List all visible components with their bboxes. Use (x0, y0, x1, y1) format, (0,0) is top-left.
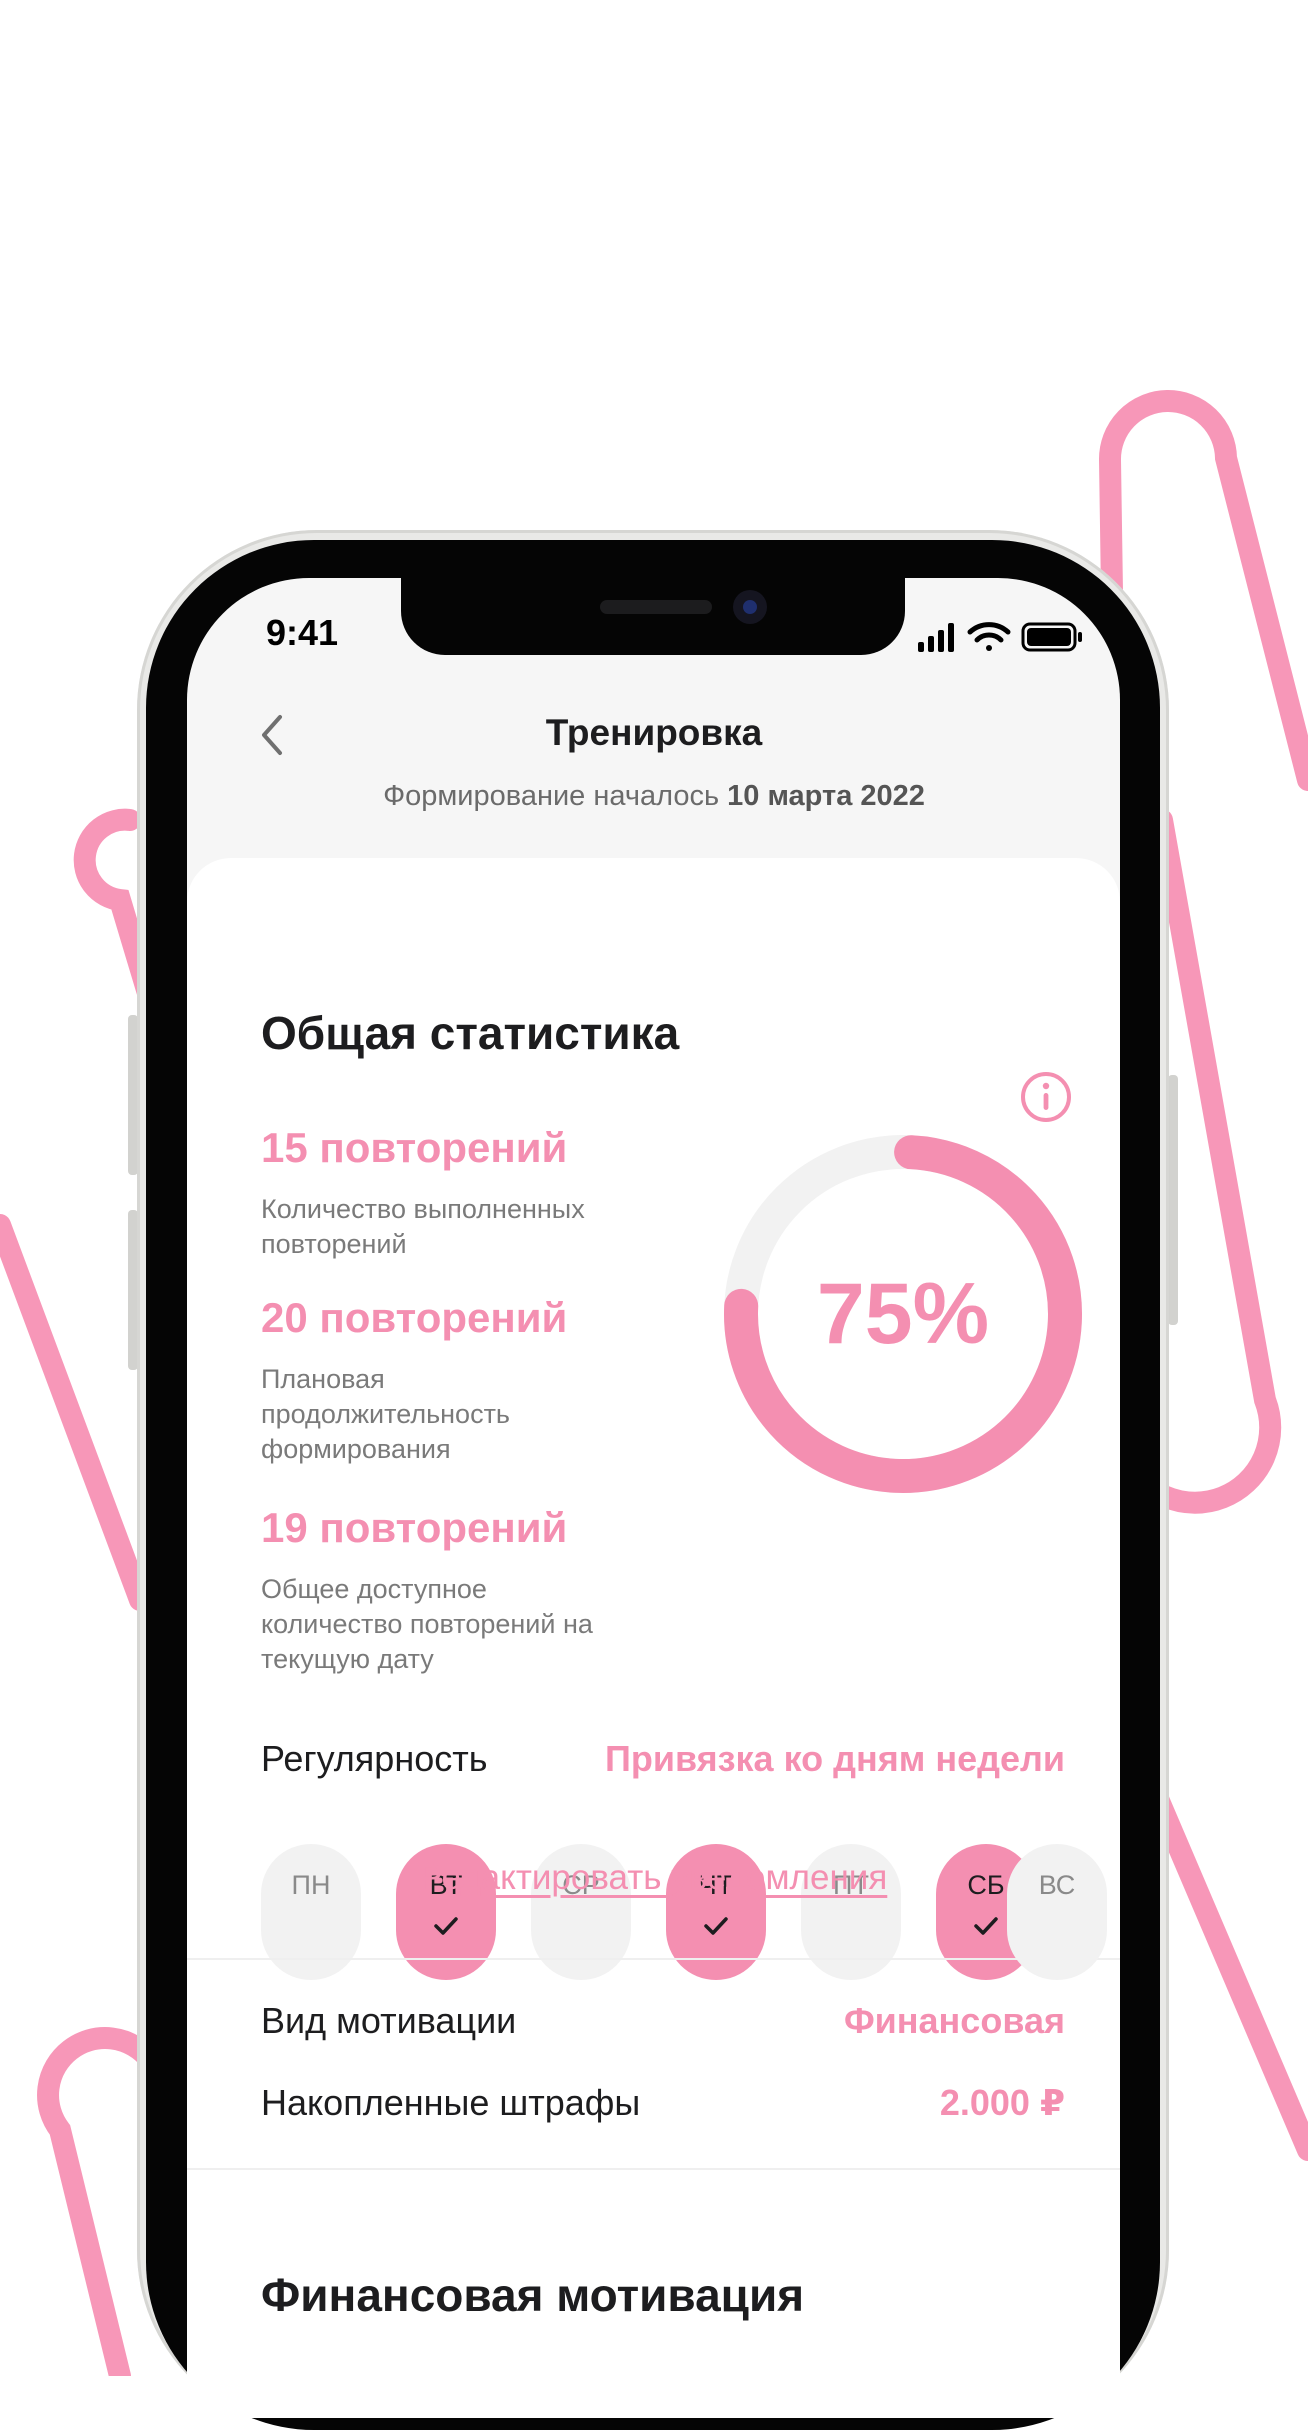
stat-planned-desc: Плановая продолжительность формирования (261, 1364, 510, 1464)
chevron-left-icon (262, 715, 282, 755)
page-subtitle: Формирование началось 10 марта 2022 (300, 780, 1008, 813)
stat-unit: повторений (319, 1294, 568, 1341)
stat-number: 19 (261, 1504, 308, 1551)
status-icons (918, 622, 1082, 652)
speaker (600, 600, 712, 614)
stat-number: 15 (261, 1124, 308, 1171)
day-label: ВС (1038, 1870, 1076, 1900)
stat-available-desc: Общее доступное количество повторений на… (261, 1574, 593, 1674)
section-divider (187, 2168, 1120, 2170)
subtitle-prefix: Формирование началось (383, 780, 720, 812)
camera (733, 590, 767, 624)
check-icon (974, 1917, 998, 1935)
progress-percent: 75% (816, 1265, 990, 1362)
subtitle-date: 10 марта 2022 (727, 780, 925, 812)
signal-icon (918, 623, 954, 652)
notch (401, 575, 905, 655)
stat-unit: повторений (319, 1124, 568, 1171)
wifi-icon (967, 622, 1011, 651)
stat-completed-desc: Количество выполненных повторений (261, 1194, 585, 1259)
page-title: Тренировка (545, 712, 763, 753)
edit-notifications-link[interactable]: Редактировать уведомления (187, 1858, 1120, 1898)
penalties-value: 2.000 ₽ (939, 2082, 1065, 2123)
back-button[interactable] (252, 705, 292, 765)
regularity-label: Регулярность (261, 1738, 488, 1779)
statistics-card: Общая статистика 15 повторений Количеств… (187, 858, 1120, 2418)
check-icon (434, 1917, 458, 1935)
check-icon (704, 1917, 728, 1935)
stats-title: Общая статистика (261, 1007, 680, 1059)
day-pill-sun[interactable]: ВС (1007, 1844, 1107, 1980)
stat-completed-value: 15 повторений (261, 1124, 567, 1172)
stat-available-value: 19 повторений (261, 1504, 567, 1552)
financial-motivation-title: Финансовая мотивация (261, 2269, 805, 2321)
status-time: 9:41 (266, 612, 339, 653)
regularity-value[interactable]: Привязка ко дням недели (605, 1738, 1065, 1780)
info-icon[interactable] (1020, 1071, 1072, 1123)
penalties-label: Накопленные штрафы (261, 2082, 641, 2123)
battery-icon (1021, 622, 1082, 652)
motivation-type-label: Вид мотивации (261, 2000, 517, 2041)
phone-button-right (1168, 1075, 1178, 1325)
motivation-type-value[interactable]: Финансовая (844, 2000, 1065, 2042)
stat-number: 20 (261, 1294, 308, 1341)
stat-unit: повторений (319, 1504, 568, 1551)
stat-planned-value: 20 повторений (261, 1294, 567, 1342)
section-divider (187, 1958, 1120, 1960)
